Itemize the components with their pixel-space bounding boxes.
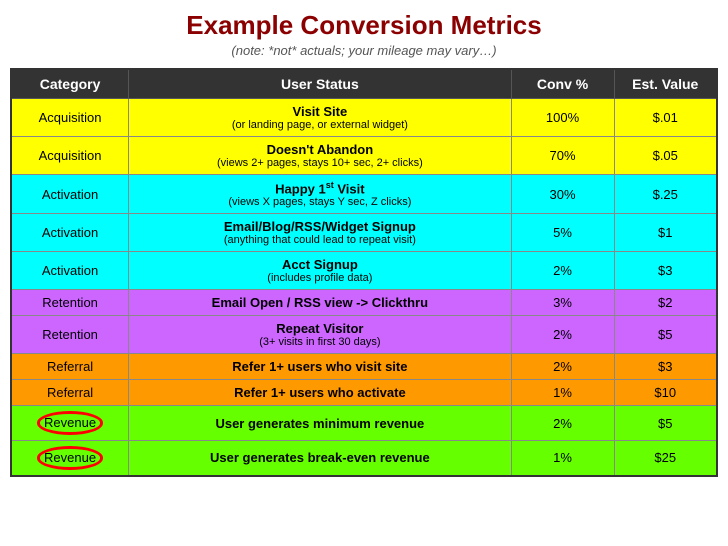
cell-value: $2: [614, 290, 717, 316]
cell-status: Email/Blog/RSS/Widget Signup(anything th…: [129, 214, 511, 252]
table-row: RevenueUser generates minimum revenue2%$…: [11, 406, 717, 441]
table-row: RetentionEmail Open / RSS view -> Clickt…: [11, 290, 717, 316]
header-status: User Status: [129, 69, 511, 99]
cell-conv: 2%: [511, 252, 614, 290]
cell-status: Repeat Visitor(3+ visits in first 30 day…: [129, 316, 511, 354]
cell-value: $.25: [614, 175, 717, 214]
cell-conv: 3%: [511, 290, 614, 316]
cell-value: $5: [614, 406, 717, 441]
header-category: Category: [11, 69, 129, 99]
cell-value: $1: [614, 214, 717, 252]
cell-conv: 2%: [511, 354, 614, 380]
table-row: AcquisitionVisit Site(or landing page, o…: [11, 99, 717, 137]
cell-status: Visit Site(or landing page, or external …: [129, 99, 511, 137]
cell-category: Referral: [11, 380, 129, 406]
cell-status: User generates minimum revenue: [129, 406, 511, 441]
table-row: RetentionRepeat Visitor(3+ visits in fir…: [11, 316, 717, 354]
cell-category: Acquisition: [11, 99, 129, 137]
cell-conv: 70%: [511, 137, 614, 175]
cell-conv: 2%: [511, 406, 614, 441]
cell-conv: 1%: [511, 440, 614, 475]
header-conv: Conv %: [511, 69, 614, 99]
cell-value: $3: [614, 354, 717, 380]
table-row: ActivationEmail/Blog/RSS/Widget Signup(a…: [11, 214, 717, 252]
cell-category: Acquisition: [11, 137, 129, 175]
cell-category: Referral: [11, 354, 129, 380]
cell-conv: 30%: [511, 175, 614, 214]
cell-value: $5: [614, 316, 717, 354]
table-row: ReferralRefer 1+ users who activate1%$10: [11, 380, 717, 406]
cell-conv: 100%: [511, 99, 614, 137]
page-title: Example Conversion Metrics: [10, 10, 718, 41]
cell-status: Happy 1st Visit(views X pages, stays Y s…: [129, 175, 511, 214]
cell-status: User generates break-even revenue: [129, 440, 511, 475]
cell-category: Revenue: [11, 440, 129, 475]
cell-conv: 5%: [511, 214, 614, 252]
cell-category: Activation: [11, 214, 129, 252]
cell-status: Acct Signup(includes profile data): [129, 252, 511, 290]
header-value: Est. Value: [614, 69, 717, 99]
metrics-table: Category User Status Conv % Est. Value A…: [10, 68, 718, 477]
cell-value: $3: [614, 252, 717, 290]
table-row: AcquisitionDoesn't Abandon(views 2+ page…: [11, 137, 717, 175]
cell-category: Activation: [11, 252, 129, 290]
cell-value: $25: [614, 440, 717, 475]
cell-status: Refer 1+ users who visit site: [129, 354, 511, 380]
cell-status: Doesn't Abandon(views 2+ pages, stays 10…: [129, 137, 511, 175]
cell-value: $.05: [614, 137, 717, 175]
cell-value: $.01: [614, 99, 717, 137]
cell-category: Activation: [11, 175, 129, 214]
cell-conv: 2%: [511, 316, 614, 354]
table-row: ReferralRefer 1+ users who visit site2%$…: [11, 354, 717, 380]
cell-value: $10: [614, 380, 717, 406]
table-row: ActivationHappy 1st Visit(views X pages,…: [11, 175, 717, 214]
cell-conv: 1%: [511, 380, 614, 406]
cell-status: Refer 1+ users who activate: [129, 380, 511, 406]
cell-category: Revenue: [11, 406, 129, 441]
cell-status: Email Open / RSS view -> Clickthru: [129, 290, 511, 316]
cell-category: Retention: [11, 290, 129, 316]
cell-category: Retention: [11, 316, 129, 354]
page-subtitle: (note: *not* actuals; your mileage may v…: [10, 43, 718, 58]
table-row: RevenueUser generates break-even revenue…: [11, 440, 717, 475]
table-row: ActivationAcct Signup(includes profile d…: [11, 252, 717, 290]
